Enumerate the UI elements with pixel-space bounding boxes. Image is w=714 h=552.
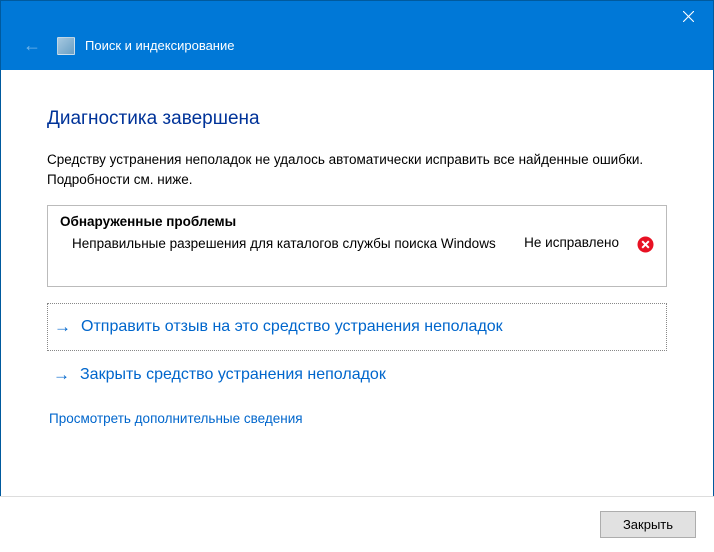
problems-header: Обнаруженные проблемы	[60, 214, 654, 229]
content-area: Диагностика завершена Средству устранени…	[1, 70, 713, 436]
page-description: Средству устранения неполадок не удалось…	[47, 150, 667, 189]
header-bar: ← Поиск и индексирование	[1, 35, 713, 70]
back-arrow-icon: ←	[23, 35, 47, 56]
arrow-right-icon: →	[53, 365, 70, 385]
additional-info-link[interactable]: Просмотреть дополнительные сведения	[47, 411, 667, 426]
feedback-link[interactable]: → Отправить отзыв на это средство устран…	[47, 303, 667, 351]
error-icon	[637, 236, 654, 253]
problem-description: Неправильные разрешения для каталогов сл…	[72, 235, 506, 254]
feedback-label: Отправить отзыв на это средство устранен…	[81, 318, 503, 336]
titlebar	[1, 1, 713, 35]
problem-row[interactable]: Неправильные разрешения для каталогов сл…	[60, 235, 654, 254]
page-title: Диагностика завершена	[47, 108, 667, 130]
problem-status: Не исправлено	[524, 235, 619, 250]
close-button[interactable]: Закрыть	[600, 511, 696, 538]
close-troubleshooter-label: Закрыть средство устранения неполадок	[80, 366, 386, 384]
troubleshooter-icon	[57, 37, 75, 55]
header-title: Поиск и индексирование	[85, 38, 234, 53]
problems-box: Обнаруженные проблемы Неправильные разре…	[47, 205, 667, 287]
arrow-right-icon: →	[54, 317, 71, 337]
close-troubleshooter-link[interactable]: → Закрыть средство устранения неполадок	[47, 351, 667, 399]
window-close-button[interactable]	[663, 1, 713, 31]
footer: Закрыть	[0, 496, 714, 552]
close-icon	[683, 11, 694, 22]
